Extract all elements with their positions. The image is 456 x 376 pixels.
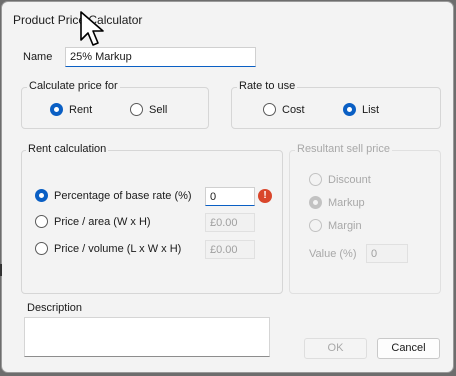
rent-radio[interactable]: Rent xyxy=(50,103,92,116)
cost-radio[interactable]: Cost xyxy=(263,103,305,116)
edge-marker xyxy=(0,264,2,276)
price-area-radio[interactable]: Price / area (W x H) xyxy=(35,215,151,228)
sell-radio-label: Sell xyxy=(149,103,168,116)
sell-radio-indicator xyxy=(130,103,143,116)
rent-calculation-group: Rent calculation Percentage of base rate… xyxy=(21,143,283,294)
title-bar[interactable]: Product Price Calculator xyxy=(2,2,453,36)
list-radio-label: List xyxy=(362,103,380,116)
ok-button[interactable]: OK xyxy=(304,338,367,359)
resultant-sell-price-legend: Resultant sell price xyxy=(295,143,392,155)
markup-radio[interactable]: Markup xyxy=(309,196,365,209)
sell-value-input: 0 xyxy=(366,244,408,263)
margin-radio-indicator xyxy=(309,219,322,232)
list-radio[interactable]: List xyxy=(343,103,379,116)
percentage-input[interactable]: 0 xyxy=(205,187,255,206)
discount-radio[interactable]: Discount xyxy=(309,173,371,186)
mouse-pointer-icon xyxy=(80,11,104,46)
price-volume-radio[interactable]: Price / volume (L x W x H) xyxy=(35,242,181,255)
cost-radio-indicator xyxy=(263,103,276,116)
margin-radio[interactable]: Margin xyxy=(309,219,362,232)
name-input[interactable]: 25% Markup xyxy=(65,47,256,67)
markup-radio-label: Markup xyxy=(328,196,365,209)
cost-radio-label: Cost xyxy=(282,103,305,116)
rent-calculation-legend: Rent calculation xyxy=(26,143,109,155)
name-label: Name xyxy=(23,51,53,63)
price-area-label: Price / area (W x H) xyxy=(54,215,151,228)
rate-to-use-legend: Rate to use xyxy=(237,80,298,92)
margin-radio-label: Margin xyxy=(328,219,362,232)
price-area-radio-indicator xyxy=(35,215,48,228)
error-icon[interactable]: ! xyxy=(258,189,272,203)
price-area-input: £0.00 xyxy=(205,213,255,232)
calculate-price-for-legend: Calculate price for xyxy=(27,80,120,92)
price-volume-label: Price / volume (L x W x H) xyxy=(54,242,182,255)
percentage-base-rate-radio-indicator xyxy=(35,189,48,202)
description-label: Description xyxy=(27,302,83,314)
calculate-price-for-group: Calculate price for Rent Sell xyxy=(21,80,209,129)
rent-radio-indicator xyxy=(50,103,63,116)
rent-radio-label: Rent xyxy=(69,103,93,116)
sell-value-label: Value (%) xyxy=(309,248,357,260)
rate-to-use-group: Rate to use Cost List xyxy=(231,80,441,129)
list-radio-indicator xyxy=(343,103,356,116)
price-volume-radio-indicator xyxy=(35,242,48,255)
cancel-button[interactable]: Cancel xyxy=(377,338,440,359)
price-volume-input: £0.00 xyxy=(205,240,255,259)
resultant-sell-price-group: Resultant sell price Discount Markup Mar… xyxy=(289,143,441,294)
percentage-base-rate-label: Percentage of base rate (%) xyxy=(54,189,192,202)
percentage-base-rate-radio[interactable]: Percentage of base rate (%) xyxy=(35,189,192,202)
markup-radio-indicator xyxy=(309,196,322,209)
discount-radio-label: Discount xyxy=(328,173,371,186)
window-title: Product Price Calculator xyxy=(13,13,143,27)
dialog-window: Product Price Calculator Name 25% Markup… xyxy=(1,1,454,373)
discount-radio-indicator xyxy=(309,173,322,186)
description-input[interactable] xyxy=(24,317,270,357)
sell-radio[interactable]: Sell xyxy=(130,103,167,116)
